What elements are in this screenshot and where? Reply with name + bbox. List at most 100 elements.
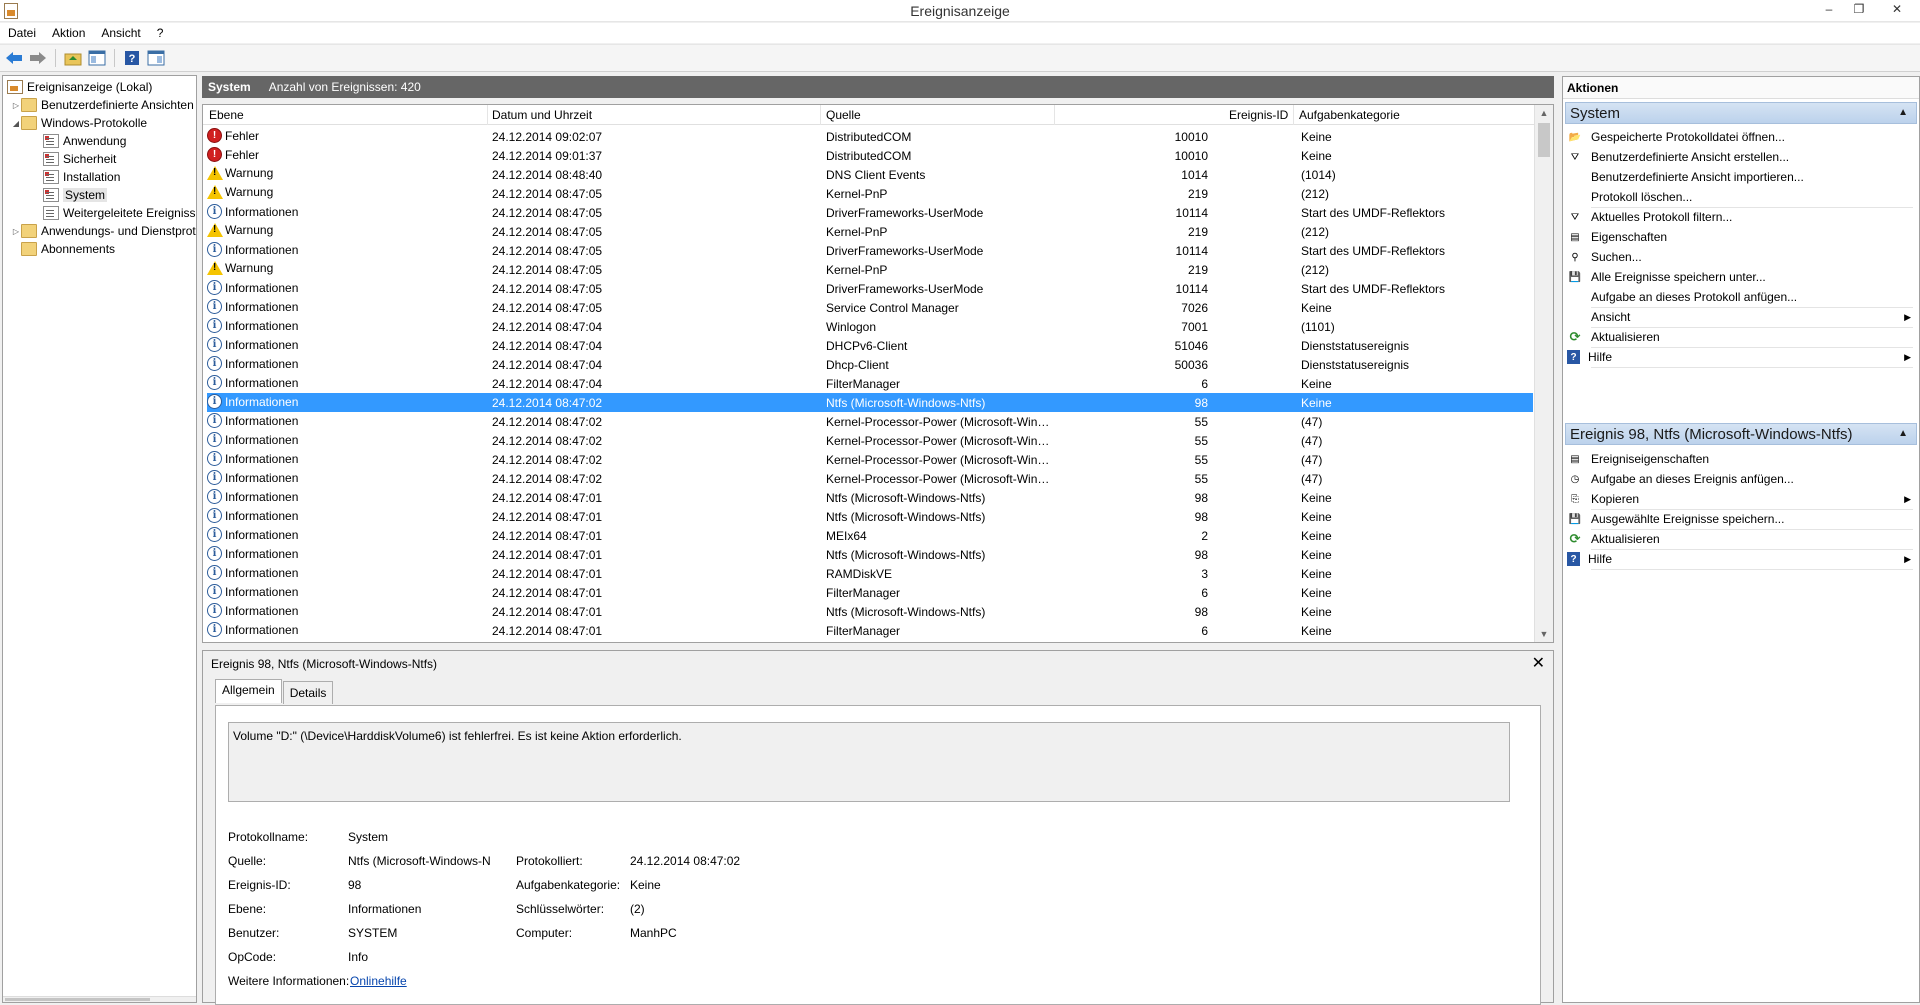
column-level[interactable]: Ebene: [209, 108, 244, 122]
table-row[interactable]: i Informationen 24.12.2014 08:47:04 Dhcp-Cl…: [207, 355, 1533, 374]
table-row[interactable]: i Informationen 24.12.2014 08:47:02 Kernel-…: [207, 450, 1533, 469]
action-item[interactable]: Protokoll löschen...: [1567, 187, 1917, 208]
table-row[interactable]: Warnung 24.12.2014 08:48:40 DNS Client Eve…: [207, 165, 1533, 184]
table-row[interactable]: i Informationen 24.12.2014 08:47:02 Kernel-…: [207, 469, 1533, 488]
tree-subscriptions[interactable]: Abonnements: [21, 240, 115, 258]
collapse-caret-icon[interactable]: ▲: [1898, 428, 1908, 439]
info-icon: i: [207, 337, 222, 352]
tree-apps-services[interactable]: ▷ Anwendungs- und Dienstprotokolle: [11, 222, 196, 240]
action-item[interactable]: ⚲ Suchen...: [1567, 247, 1917, 267]
table-row[interactable]: i Informationen 24.12.2014 08:47:01 FilterM…: [207, 621, 1533, 640]
tree-custom-views[interactable]: ▷ Benutzerdefinierte Ansichten: [11, 96, 194, 114]
menu-ansicht[interactable]: Ansicht: [93, 23, 148, 43]
table-row[interactable]: i Informationen 24.12.2014 08:47:01 MEIx64 2…: [207, 526, 1533, 545]
expand-arrow-icon[interactable]: ▷: [11, 227, 21, 236]
table-row[interactable]: i Informationen 24.12.2014 08:47:01 Ntfs (M…: [207, 488, 1533, 507]
menu-datei[interactable]: Datei: [0, 23, 44, 43]
table-row[interactable]: Warnung 24.12.2014 08:47:05 Kernel-PnP 219 (…: [207, 222, 1533, 241]
action-item[interactable]: ⟳ Aktualisieren: [1567, 529, 1917, 550]
collapse-caret-icon[interactable]: ▲: [1898, 107, 1908, 118]
tab-allgemein[interactable]: Allgemein: [215, 679, 282, 703]
table-row[interactable]: ! Fehler 24.12.2014 09:02:07 DistributedCOM…: [207, 127, 1533, 146]
section-system[interactable]: System ▲: [1565, 102, 1917, 124]
tree-log-anwendung[interactable]: Anwendung: [43, 132, 126, 150]
column-divider[interactable]: [487, 105, 488, 125]
cell-event-id: 55: [1194, 472, 1208, 486]
table-row[interactable]: i Informationen 24.12.2014 08:47:04 Winlogo…: [207, 317, 1533, 336]
action-item[interactable]: 📂 Gespeicherte Protokolldatei öffnen...: [1567, 127, 1917, 147]
minimize-button[interactable]: –: [1814, 0, 1844, 20]
table-row[interactable]: Warnung 24.12.2014 08:47:05 Kernel-PnP 219 (…: [207, 260, 1533, 279]
scrollbar-thumb[interactable]: [5, 998, 150, 1001]
table-row[interactable]: ! Fehler 24.12.2014 09:01:37 DistributedCOM…: [207, 146, 1533, 165]
scroll-down-arrow-icon[interactable]: ▼: [1535, 626, 1553, 642]
event-list-scrollbar[interactable]: ▲ ▼: [1534, 105, 1553, 642]
forward-button[interactable]: [28, 48, 48, 68]
tree-horizontal-scrollbar[interactable]: [3, 996, 196, 1002]
action-item[interactable]: Benutzerdefinierte Ansicht importieren..…: [1567, 167, 1917, 187]
table-row[interactable]: i Informationen 24.12.2014 08:47:02 Kernel-…: [207, 431, 1533, 450]
cell-category: (47): [1301, 434, 1323, 448]
expand-arrow-icon[interactable]: ▷: [11, 101, 21, 110]
table-row[interactable]: Warnung 24.12.2014 08:47:05 Kernel-PnP 219 (…: [207, 184, 1533, 203]
cell-level: i Informationen: [207, 603, 298, 618]
action-item[interactable]: Aufgabe an dieses Protokoll anfügen...: [1567, 287, 1917, 308]
tree-log-label: Anwendung: [63, 134, 127, 148]
online-help-link[interactable]: Onlinehilfe: [350, 974, 407, 988]
tree-root[interactable]: Ereignisanzeige (Lokal): [7, 78, 152, 96]
action-item[interactable]: ⎘ Kopieren ▶: [1567, 489, 1917, 510]
action-item[interactable]: 💾 Ausgewählte Ereignisse speichern...: [1567, 509, 1917, 530]
table-row[interactable]: i Informationen 24.12.2014 08:47:05 DriverF…: [207, 279, 1533, 298]
action-item[interactable]: ⛛ Aktuelles Protokoll filtern...: [1567, 207, 1917, 227]
up-folder-button[interactable]: [63, 48, 83, 68]
back-button[interactable]: [4, 48, 24, 68]
table-row[interactable]: i Informationen 24.12.2014 08:47:04 DHCPv6-…: [207, 336, 1533, 355]
column-divider[interactable]: [820, 105, 821, 125]
show-hide-action-pane-button[interactable]: [146, 48, 166, 68]
table-row[interactable]: i Informationen 24.12.2014 08:47:01 FilterM…: [207, 583, 1533, 602]
tree-log-installation[interactable]: Installation: [43, 168, 120, 186]
close-button[interactable]: ✕: [1874, 0, 1920, 20]
table-row[interactable]: i Informationen 24.12.2014 08:47:04 FilterM…: [207, 374, 1533, 393]
section-event[interactable]: Ereignis 98, Ntfs (Microsoft-Windows-Ntf…: [1565, 423, 1917, 445]
table-row[interactable]: i Informationen 24.12.2014 08:47:05 DriverF…: [207, 241, 1533, 260]
maximize-button[interactable]: ❐: [1844, 0, 1874, 20]
column-divider[interactable]: [1293, 105, 1294, 125]
table-row[interactable]: i Informationen 24.12.2014 08:47:02 Kernel-…: [207, 412, 1533, 431]
table-row[interactable]: i Informationen 24.12.2014 08:47:01 Ntfs (M…: [207, 545, 1533, 564]
table-row[interactable]: i Informationen 24.12.2014 08:47:05 DriverF…: [207, 203, 1533, 222]
action-item[interactable]: ⟳ Aktualisieren: [1567, 327, 1917, 348]
tree-windows-logs[interactable]: ◢ Windows-Protokolle: [11, 114, 147, 132]
table-row[interactable]: i Informationen 24.12.2014 08:47:02 Ntfs (M…: [207, 393, 1533, 412]
table-row[interactable]: i Informationen 24.12.2014 08:47:01 RAMDisk…: [207, 564, 1533, 583]
menu-help[interactable]: ?: [149, 23, 172, 43]
detail-close-icon[interactable]: ✕: [1532, 653, 1545, 673]
action-item[interactable]: ? Hilfe ▶: [1567, 347, 1917, 368]
table-row[interactable]: i Informationen 24.12.2014 08:47:01 Ntfs (M…: [207, 507, 1533, 526]
table-row[interactable]: i Informationen 24.12.2014 08:47:05 Service…: [207, 298, 1533, 317]
column-event-id[interactable]: Ereignis-ID: [1229, 108, 1288, 122]
show-hide-console-tree-button[interactable]: [87, 48, 107, 68]
action-item[interactable]: 💾 Alle Ereignisse speichern unter...: [1567, 267, 1917, 287]
column-source[interactable]: Quelle: [826, 108, 861, 122]
action-item[interactable]: ⛛ Benutzerdefinierte Ansicht erstellen...: [1567, 147, 1917, 167]
tree-log-forwarded[interactable]: Weitergeleitete Ereignisse: [43, 204, 196, 222]
action-item[interactable]: ? Hilfe ▶: [1567, 549, 1917, 570]
action-item[interactable]: Ansicht ▶: [1567, 307, 1917, 328]
help-button[interactable]: ?: [122, 48, 142, 68]
scroll-up-arrow-icon[interactable]: ▲: [1535, 105, 1553, 121]
scrollbar-thumb[interactable]: [1538, 123, 1550, 157]
column-divider[interactable]: [1054, 105, 1055, 125]
menu-aktion[interactable]: Aktion: [44, 23, 93, 43]
tree-log-system[interactable]: System: [43, 186, 108, 204]
collapse-arrow-icon[interactable]: ◢: [11, 119, 21, 128]
action-item[interactable]: ▤ Eigenschaften: [1567, 227, 1917, 247]
action-item[interactable]: ◷ Aufgabe an dieses Ereignis anfügen...: [1567, 469, 1917, 489]
table-row[interactable]: i Informationen 24.12.2014 08:47:01 Ntfs (M…: [207, 602, 1533, 621]
tree-log-sicherheit[interactable]: Sicherheit: [43, 150, 116, 168]
event-message[interactable]: Volume "D:" (\Device\HarddiskVolume6) is…: [228, 722, 1510, 802]
column-category[interactable]: Aufgabenkategorie: [1299, 108, 1400, 122]
tab-details[interactable]: Details: [282, 681, 334, 704]
action-item[interactable]: ▤ Ereigniseigenschaften: [1567, 449, 1917, 469]
column-datetime[interactable]: Datum und Uhrzeit: [492, 108, 592, 122]
